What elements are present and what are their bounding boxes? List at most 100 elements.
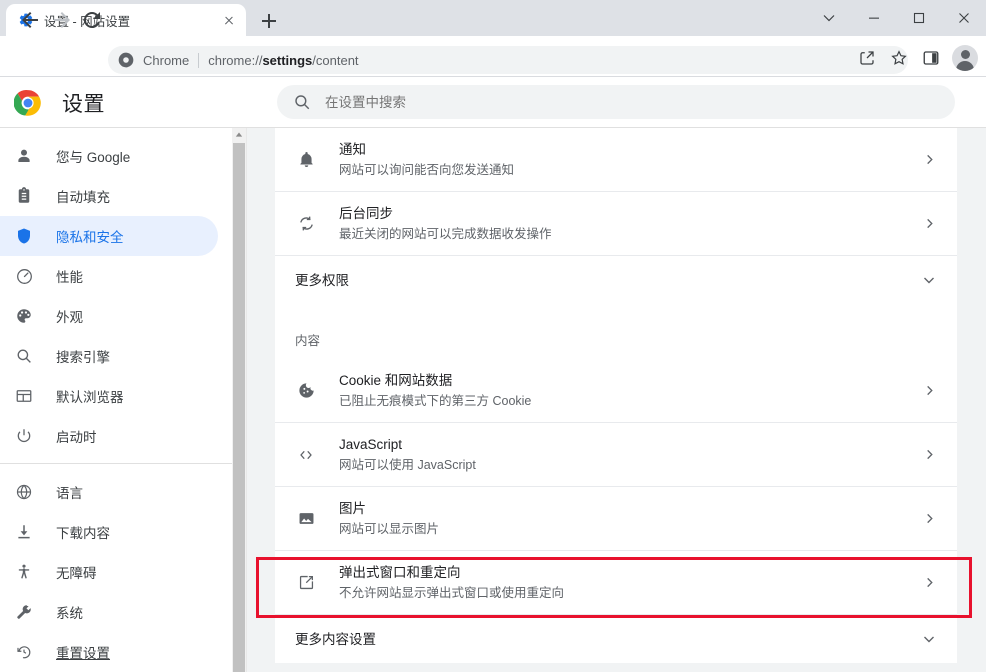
row-notifications[interactable]: 通知 网站可以询问能否向您发送通知 xyxy=(275,128,957,192)
omnibox-url: chrome://settings/content xyxy=(208,53,358,68)
scrollbar-thumb[interactable] xyxy=(233,143,245,672)
row-more-content-settings[interactable]: 更多内容设置 xyxy=(275,615,957,663)
sidebar-item-downloads[interactable]: 下载内容 xyxy=(0,512,218,552)
sidebar-item-label: 重置设置 xyxy=(56,642,110,662)
search-input[interactable] xyxy=(277,85,955,119)
sidebar-item-autofill[interactable]: 自动填充 xyxy=(0,176,218,216)
row-text: 更多内容设置 xyxy=(295,630,919,649)
settings-sidebar: 您与 Google 自动填充 隐私和安全 性能 外观 搜索引擎 xyxy=(0,128,232,672)
search-icon xyxy=(14,346,34,366)
chevron-right-icon[interactable] xyxy=(919,573,939,593)
sidebar-item-system[interactable]: 系统 xyxy=(0,592,218,632)
row-cookies-and-site-data[interactable]: Cookie 和网站数据 已阻止无痕模式下的第三方 Cookie xyxy=(275,359,957,423)
accessibility-icon xyxy=(14,562,34,582)
row-subtitle: 已阻止无痕模式下的第三方 Cookie xyxy=(339,392,919,411)
address-bar[interactable]: Chrome chrome://settings/content xyxy=(108,46,908,74)
search-field[interactable] xyxy=(325,95,939,110)
section-header-content: 内容 xyxy=(275,304,957,359)
row-popups-and-redirects[interactable]: 弹出式窗口和重定向 不允许网站显示弹出式窗口或使用重定向 xyxy=(275,551,957,615)
chevron-right-icon[interactable] xyxy=(919,214,939,234)
row-subtitle: 网站可以显示图片 xyxy=(339,520,919,539)
row-text: 更多权限 xyxy=(295,271,919,290)
sidebar-item-search-engine[interactable]: 搜索引擎 xyxy=(0,336,218,376)
sidebar-item-label: 性能 xyxy=(56,266,83,286)
plus-icon[interactable] xyxy=(256,8,282,34)
clipboard-icon xyxy=(14,186,34,206)
maximize-icon[interactable] xyxy=(896,0,941,36)
palette-icon xyxy=(14,306,34,326)
sidebar-item-label: 下载内容 xyxy=(56,522,110,542)
row-title: 更多权限 xyxy=(295,271,919,290)
row-title: Cookie 和网站数据 xyxy=(339,371,919,390)
sidebar-item-languages[interactable]: 语言 xyxy=(0,472,218,512)
minimize-icon[interactable] xyxy=(851,0,896,36)
row-background-sync[interactable]: 后台同步 最近关闭的网站可以完成数据收发操作 xyxy=(275,192,957,256)
chevron-right-icon[interactable] xyxy=(919,381,939,401)
scroll-up-arrow-icon[interactable] xyxy=(232,128,246,142)
sidebar-scrollbar[interactable] xyxy=(232,128,246,672)
row-javascript[interactable]: JavaScript 网站可以使用 JavaScript xyxy=(275,423,957,487)
side-panel-icon[interactable] xyxy=(917,44,945,72)
wrench-icon xyxy=(14,602,34,622)
row-title: 通知 xyxy=(339,140,919,159)
arrow-left-icon[interactable] xyxy=(18,8,42,32)
row-title: 弹出式窗口和重定向 xyxy=(339,563,919,582)
speedometer-icon xyxy=(14,266,34,286)
toolbar-actions xyxy=(853,44,978,72)
chevron-down-icon[interactable] xyxy=(919,629,939,649)
row-text: 图片 网站可以显示图片 xyxy=(339,499,919,539)
window-controls xyxy=(806,0,986,36)
cookie-icon xyxy=(295,380,317,402)
row-more-permissions[interactable]: 更多权限 xyxy=(275,256,957,304)
sidebar-item-performance[interactable]: 性能 xyxy=(0,256,218,296)
sidebar-divider xyxy=(0,463,232,464)
row-subtitle: 最近关闭的网站可以完成数据收发操作 xyxy=(339,225,919,244)
browser-tab[interactable]: 设置 - 网站设置 xyxy=(6,4,246,36)
chevron-right-icon[interactable] xyxy=(919,445,939,465)
tab-strip: 设置 - 网站设置 xyxy=(0,0,986,36)
sidebar-item-label: 隐私和安全 xyxy=(56,226,124,246)
browser-window-icon xyxy=(14,386,34,406)
sidebar-item-accessibility[interactable]: 无障碍 xyxy=(0,552,218,592)
close-icon[interactable] xyxy=(941,0,986,36)
row-text: JavaScript 网站可以使用 JavaScript xyxy=(339,435,919,475)
tab-search-chevron-down-icon[interactable] xyxy=(806,0,851,36)
row-subtitle: 不允许网站显示弹出式窗口或使用重定向 xyxy=(339,584,919,603)
sidebar-item-reset-settings[interactable]: 重置设置 xyxy=(0,632,218,672)
code-brackets-icon xyxy=(295,444,317,466)
history-restore-icon xyxy=(14,642,34,662)
content-card: 通知 网站可以询问能否向您发送通知 后台同步 最近关闭的网站可以完成数据收发操作 xyxy=(275,128,957,663)
sync-icon xyxy=(295,213,317,235)
omnibox-separator xyxy=(198,53,199,68)
sidebar-item-label: 默认浏览器 xyxy=(56,386,124,406)
sidebar-item-you-and-google[interactable]: 您与 Google xyxy=(0,136,218,176)
shield-icon xyxy=(14,226,34,246)
sidebar-item-on-startup[interactable]: 启动时 xyxy=(0,416,218,456)
chevron-down-icon[interactable] xyxy=(919,270,939,290)
power-icon xyxy=(14,426,34,446)
sidebar-item-label: 搜索引擎 xyxy=(56,346,110,366)
omnibox-chip-label: Chrome xyxy=(143,53,189,68)
arrow-right-icon[interactable] xyxy=(50,8,74,32)
sidebar-item-default-browser[interactable]: 默认浏览器 xyxy=(0,376,218,416)
sidebar-item-appearance[interactable]: 外观 xyxy=(0,296,218,336)
reload-icon[interactable] xyxy=(80,8,104,32)
sidebar-item-privacy-and-security[interactable]: 隐私和安全 xyxy=(0,216,218,256)
page-title: 设置 xyxy=(62,88,105,118)
row-title: JavaScript xyxy=(339,435,919,454)
chevron-right-icon[interactable] xyxy=(919,150,939,170)
chevron-right-icon[interactable] xyxy=(919,509,939,529)
profile-avatar[interactable] xyxy=(952,45,978,71)
row-title: 图片 xyxy=(339,499,919,518)
row-text: Cookie 和网站数据 已阻止无痕模式下的第三方 Cookie xyxy=(339,371,919,411)
share-icon[interactable] xyxy=(853,44,881,72)
chrome-logo-icon xyxy=(118,52,134,68)
sidebar-item-label: 外观 xyxy=(56,306,83,326)
sidebar-item-label: 启动时 xyxy=(56,426,97,446)
bookmark-star-icon[interactable] xyxy=(885,44,913,72)
row-text: 通知 网站可以询问能否向您发送通知 xyxy=(339,140,919,180)
globe-icon xyxy=(14,482,34,502)
close-icon[interactable] xyxy=(220,11,238,29)
sidebar-item-label: 语言 xyxy=(56,482,83,502)
row-images[interactable]: 图片 网站可以显示图片 xyxy=(275,487,957,551)
